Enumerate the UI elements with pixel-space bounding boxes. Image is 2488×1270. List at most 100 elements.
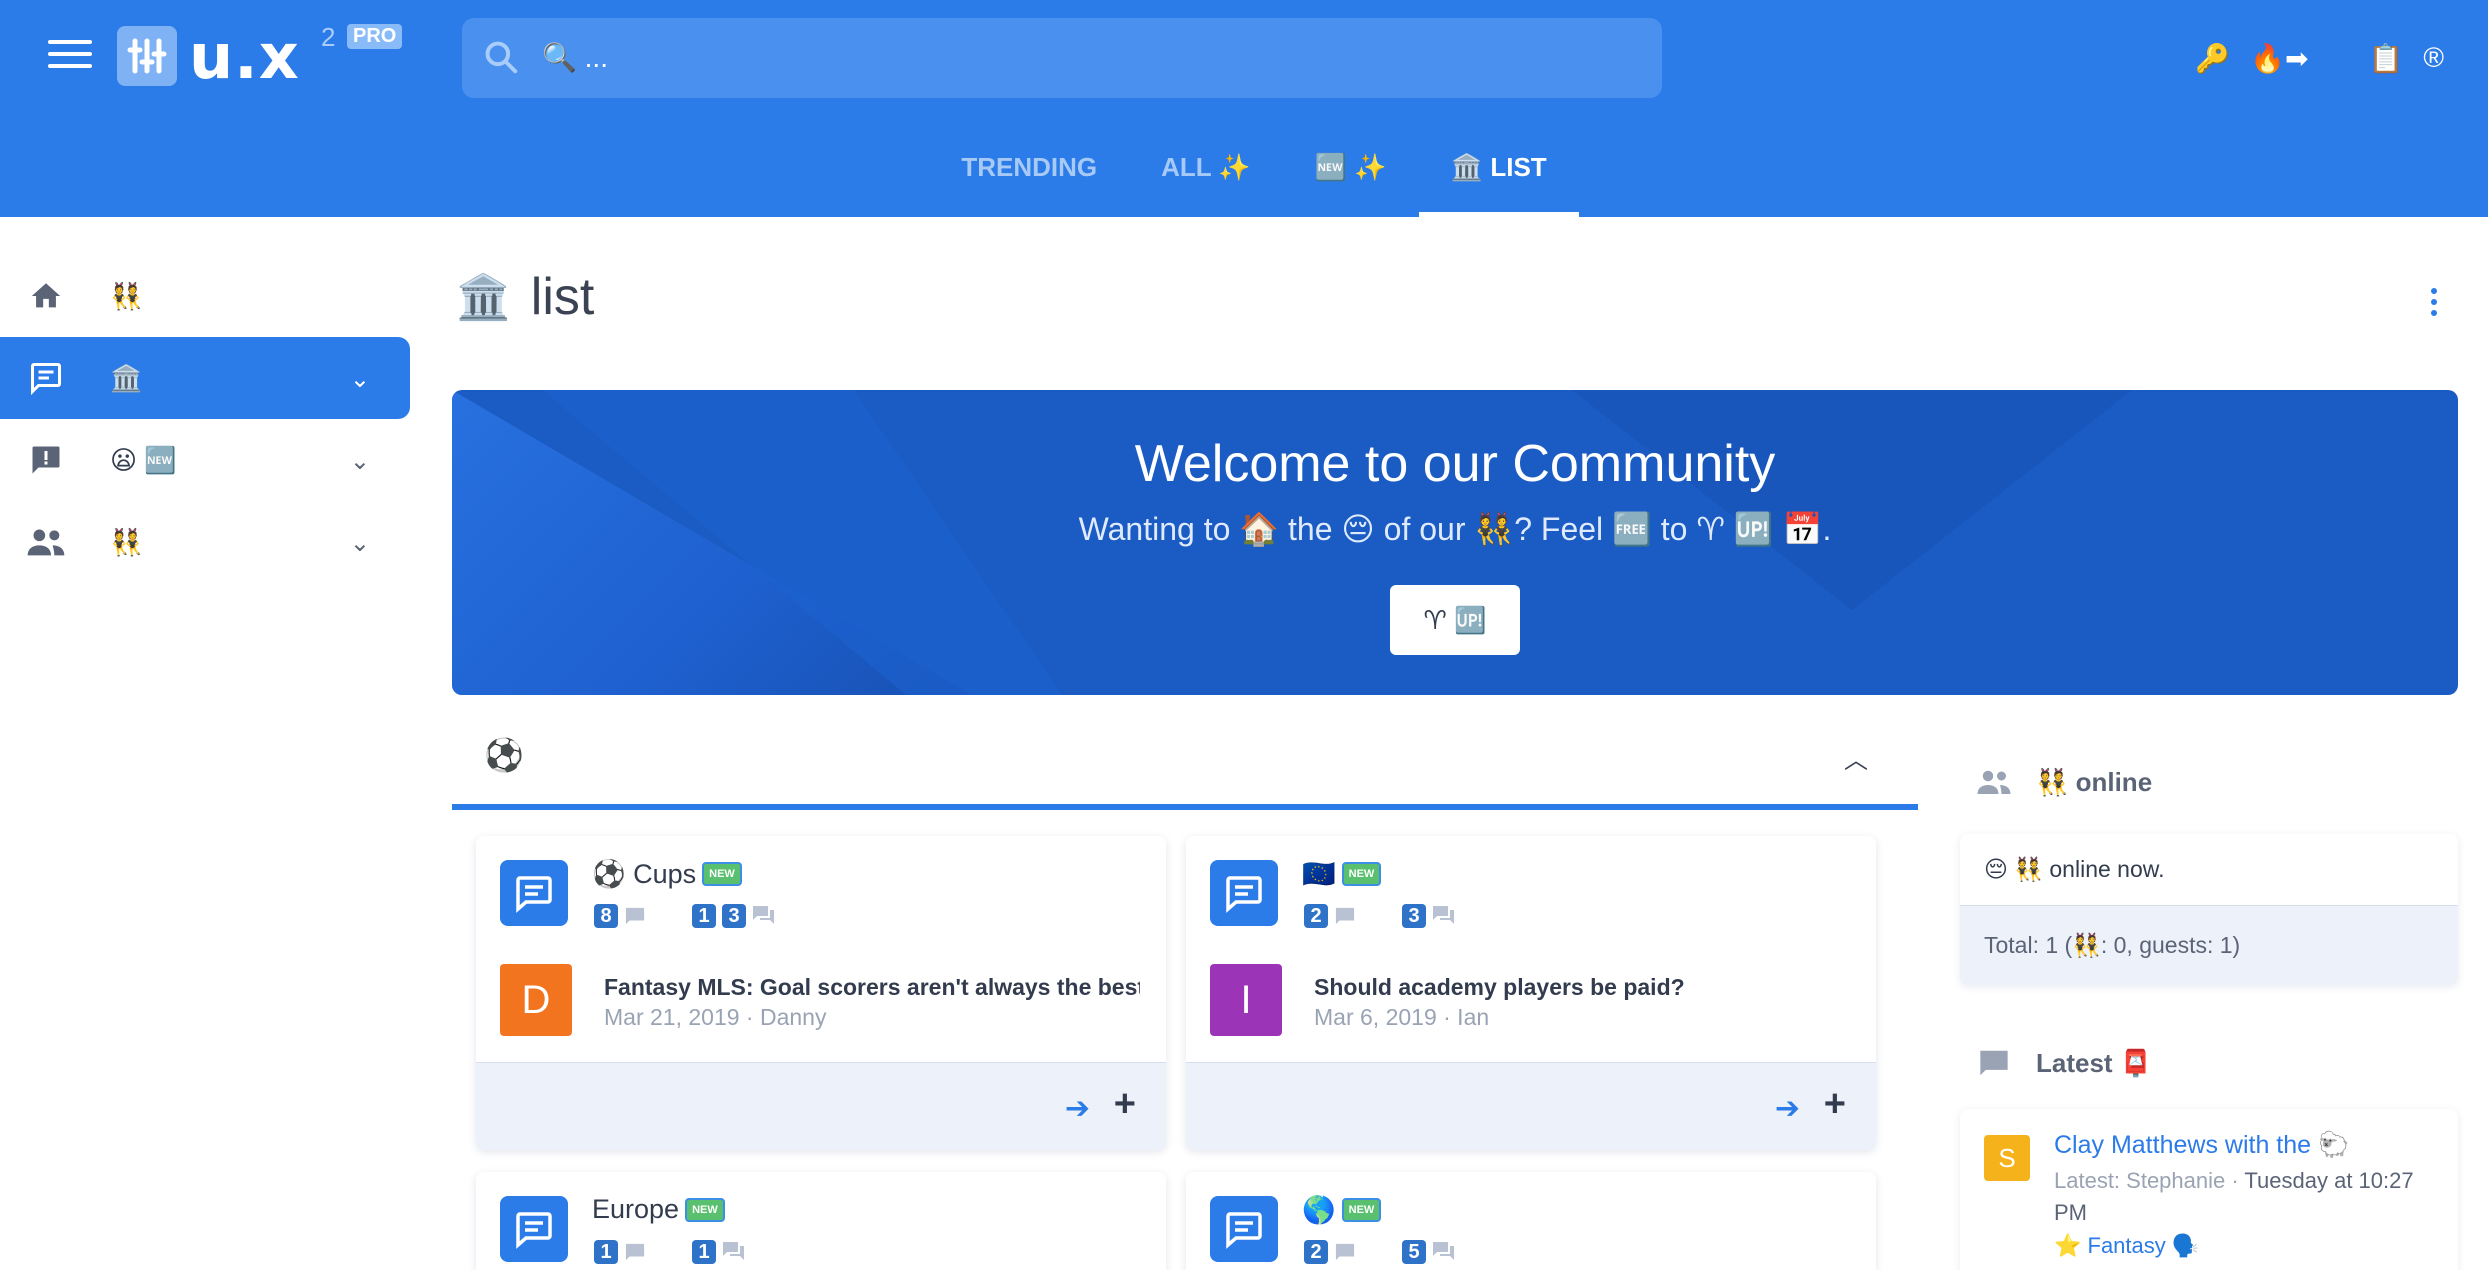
new-badge: NEW (1341, 1198, 1382, 1222)
login-icon[interactable]: 🔥➡ (2250, 42, 2308, 75)
forum-icon (26, 358, 66, 398)
forum-title[interactable]: Europe NEW (592, 1194, 725, 1225)
sidebar-item-label: 👯 (110, 280, 143, 311)
sidebar-item-feedback[interactable]: 😦 🆕 ⌄ (0, 419, 410, 501)
forum-title-text: ⚽ Cups (592, 859, 697, 889)
sidebar-item-label: 😦 🆕 (110, 444, 177, 475)
latest-post-card[interactable]: S Clay Matthews with the 🐑 Latest: Steph… (1960, 1109, 2458, 1270)
topic-icon (625, 1243, 645, 1261)
topic-count: 1 (594, 1240, 618, 1264)
chevron-down-icon[interactable]: ⌄ (350, 529, 370, 558)
new-badge: NEW (702, 862, 742, 886)
nav-tabs: TRENDING ALL ✨ 🆕 ✨ 🏛️ LIST (0, 140, 2488, 217)
forum-icon (500, 1196, 568, 1262)
page-title-emoji: 🏛️ (456, 273, 511, 322)
sidebar-item-people[interactable]: 👯 ⌄ (0, 501, 410, 583)
people-icon (1977, 770, 2011, 794)
forum-card[interactable]: 🌎 NEW 2 5 (1186, 1172, 1876, 1270)
online-now-text: 😔 👯 online now. (1960, 834, 2458, 906)
tab-all[interactable]: ALL ✨ (1129, 140, 1283, 217)
more-options-icon[interactable] (2424, 288, 2444, 328)
signup-button[interactable]: ♈ 🆙 (1390, 585, 1520, 655)
logo-mark (117, 26, 177, 86)
forum-stats: 2 5 (1304, 1240, 1456, 1264)
registered-icon[interactable]: ® (2423, 42, 2444, 74)
arrow-right-icon[interactable]: ➔ (1775, 1091, 1800, 1126)
post-icon (1433, 906, 1454, 924)
signup-button-label: ♈ 🆙 (1423, 604, 1487, 635)
forum-title[interactable]: 🌎 NEW (1302, 1194, 1382, 1226)
chat-icon (1980, 1050, 2008, 1076)
post-count-digit: 3 (722, 904, 746, 928)
forum-card[interactable]: 🇪🇺 NEW 2 3 I Should academy players be p… (1186, 836, 1876, 1150)
banner-subtitle: Wanting to 🏠 the 😔 of our 👯? Feel 🆓 to ♈… (1078, 511, 1832, 547)
site-logo[interactable]: u.x 2 PRO (117, 20, 407, 94)
search-input[interactable] (542, 32, 1622, 84)
latest-post-author: Latest: Stephanie · (2054, 1168, 2245, 1193)
forum-stats: 1 1 (594, 1240, 746, 1264)
post-meta: Mar 21, 2019 · Danny (604, 1004, 827, 1030)
sidebar-item-label: 🏛️ (110, 362, 143, 393)
topic-count: 2 (1304, 1240, 1328, 1264)
tab-new[interactable]: 🆕 ✨ (1283, 140, 1419, 217)
clipboard-icon[interactable]: 📋 (2368, 42, 2403, 75)
header-actions: 🔑 🔥➡ 📋 ® (2195, 38, 2444, 78)
post-title[interactable]: Should academy players be paid? (1314, 974, 1850, 1001)
menu-icon[interactable] (48, 40, 92, 74)
forum-stats: 2 3 (1304, 904, 1456, 928)
forum-icon (1210, 860, 1278, 926)
home-icon (26, 276, 66, 316)
post-meta: Mar 6, 2019 · Ian (1314, 1004, 1490, 1030)
topic-icon (1335, 907, 1355, 925)
sidebar-item-home[interactable]: 👯 (0, 255, 410, 337)
pro-badge: PRO (347, 24, 403, 49)
avatar[interactable]: S (1984, 1135, 2030, 1181)
post-count: 3 (1402, 904, 1426, 928)
latest-header-text: Latest 📮 (2036, 1047, 2153, 1078)
feedback-icon (26, 440, 66, 480)
forum-title[interactable]: ⚽ Cups NEW (592, 858, 742, 890)
latest-post-title[interactable]: Clay Matthews with the 🐑 (2054, 1131, 2349, 1160)
plus-icon[interactable]: + (1824, 1083, 1846, 1126)
post-title[interactable]: Fantasy MLS: Goal scorers aren't always … (604, 974, 1140, 1001)
logo-superscript: 2 (321, 22, 336, 52)
welcome-banner: Welcome to our Community Wanting to 🏠 th… (452, 390, 2458, 695)
sidebar-item-forums[interactable]: 🏛️ ⌄ (0, 337, 410, 419)
forum-title-text: Europe (592, 1194, 680, 1224)
category-section-header[interactable]: ⚽ ︿ (452, 730, 1918, 810)
key-icon[interactable]: 🔑 (2195, 42, 2230, 75)
soccer-ball-icon: ⚽ (484, 737, 524, 773)
latest-post[interactable]: D Fantasy MLS: Goal scorers aren't alway… (500, 964, 1140, 1036)
right-sidebar: 👯 online 😔 👯 online now. Total: 1 (👯: 0,… (1960, 760, 2458, 1270)
forum-card[interactable]: ⚽ Cups NEW 8 1 3 D Fantasy MLS: Goal sco… (476, 836, 1166, 1150)
sidebar: 👯 🏛️ ⌄ 😦 🆕 ⌄ 👯 ⌄ (0, 255, 410, 583)
post-icon (1433, 1242, 1454, 1260)
forum-title[interactable]: 🇪🇺 NEW (1302, 858, 1382, 890)
chevron-down-icon[interactable]: ⌄ (350, 365, 370, 394)
topic-icon (625, 907, 645, 925)
banner-title: Welcome to our Community (1134, 435, 1776, 493)
latest-post-category[interactable]: ⭐ Fantasy 🗣️ (2054, 1233, 2199, 1259)
chevron-up-icon[interactable]: ︿ (1844, 740, 1868, 775)
topic-count: 2 (1304, 904, 1328, 928)
search-bar[interactable] (462, 18, 1662, 98)
avatar[interactable]: D (500, 964, 572, 1036)
online-header: 👯 online (1960, 760, 2458, 804)
new-badge: NEW (685, 1197, 725, 1222)
avatar[interactable]: I (1210, 964, 1282, 1036)
latest-post-meta: Latest: Stephanie · Tuesday at 10:27 PM (2054, 1165, 2434, 1229)
forum-card[interactable]: Europe NEW 1 1 (476, 1172, 1166, 1270)
forum-stats: 8 1 3 (594, 904, 776, 928)
latest-post[interactable]: I Should academy players be paid? Mar 6,… (1210, 964, 1850, 1036)
chevron-down-icon[interactable]: ⌄ (350, 447, 370, 476)
tab-list[interactable]: 🏛️ LIST (1418, 140, 1579, 217)
search-icon (485, 41, 518, 74)
tab-trending[interactable]: TRENDING (929, 140, 1129, 217)
post-count: 1 (692, 1240, 716, 1264)
plus-icon[interactable]: + (1114, 1083, 1136, 1126)
card-footer: ➔ + (476, 1062, 1166, 1150)
card-footer: ➔ + (1186, 1062, 1876, 1150)
post-count: 5 (1402, 1240, 1426, 1264)
banner-decoration (1572, 390, 2132, 610)
arrow-right-icon[interactable]: ➔ (1065, 1091, 1090, 1126)
